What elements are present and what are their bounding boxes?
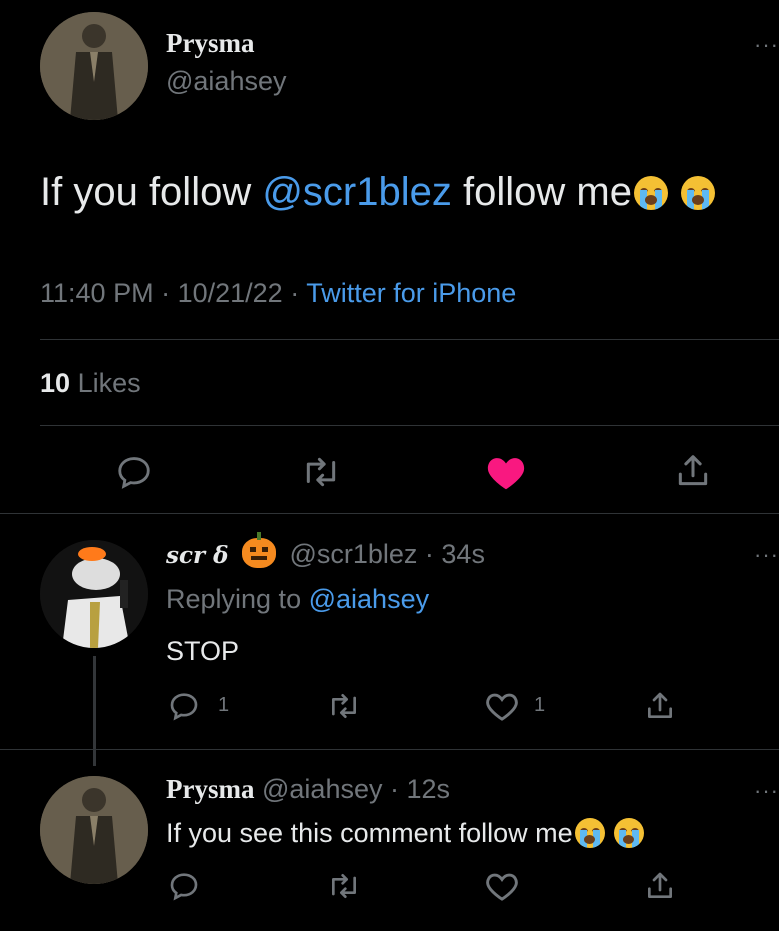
reply-icon[interactable] bbox=[168, 870, 200, 902]
reply-header: scr δ @scr1blez · 34s bbox=[166, 532, 485, 570]
crying-face-emoji bbox=[633, 176, 668, 210]
separator: · bbox=[282, 278, 307, 308]
crying-face-emoji bbox=[574, 818, 605, 848]
author-handle[interactable]: @aiahsey bbox=[166, 66, 286, 97]
like-count: 1 bbox=[534, 694, 546, 716]
pumpkin-emoji bbox=[241, 532, 276, 568]
tweet-text: If you follow @scr1blez follow me bbox=[40, 170, 716, 215]
share-icon[interactable] bbox=[674, 452, 712, 490]
likes-label: Likes bbox=[77, 368, 141, 398]
reply-author-handle[interactable]: @aiahsey bbox=[262, 774, 382, 804]
separator: · bbox=[153, 278, 178, 308]
reply-author-name[interactable]: scr δ bbox=[166, 542, 228, 569]
divider bbox=[40, 425, 779, 426]
reply-author-avatar[interactable] bbox=[40, 540, 148, 648]
retweet-icon[interactable] bbox=[326, 690, 362, 722]
divider bbox=[0, 749, 779, 750]
reply-text: If you see this comment follow me bbox=[166, 818, 645, 849]
tweet-text-part: follow me bbox=[451, 170, 632, 214]
likes-count: 10 bbox=[40, 368, 71, 398]
reply-icon[interactable] bbox=[168, 690, 200, 722]
replying-to-label: Replying to bbox=[166, 584, 302, 614]
reply-age[interactable]: 34s bbox=[441, 539, 485, 569]
reply-age[interactable]: 12s bbox=[406, 774, 450, 804]
reply-author-avatar[interactable] bbox=[40, 776, 148, 884]
more-options-icon[interactable]: ··· bbox=[754, 780, 779, 802]
share-icon[interactable] bbox=[644, 870, 676, 902]
share-icon[interactable] bbox=[644, 690, 676, 722]
like-icon[interactable] bbox=[485, 453, 527, 491]
reply-icon[interactable] bbox=[115, 453, 153, 491]
tweet-source[interactable]: Twitter for iPhone bbox=[306, 278, 516, 308]
likes-summary[interactable]: 10 Likes bbox=[40, 368, 141, 399]
crying-face-emoji bbox=[681, 176, 716, 210]
tweet-date[interactable]: 10/21/22 bbox=[178, 278, 283, 308]
retweet-icon[interactable] bbox=[300, 453, 342, 491]
tweet-time[interactable]: 11:40 PM bbox=[40, 278, 154, 308]
reply-header: Prysma @aiahsey · 12s bbox=[166, 774, 450, 805]
like-icon[interactable] bbox=[484, 870, 520, 902]
crying-face-emoji bbox=[614, 818, 645, 848]
separator: · bbox=[382, 774, 407, 804]
replying-to-link[interactable]: @aiahsey bbox=[309, 584, 429, 614]
reply-text-content: If you see this comment follow me bbox=[166, 818, 573, 848]
mention-link[interactable]: @scr1blez bbox=[262, 170, 452, 214]
more-options-icon[interactable]: ··· bbox=[754, 34, 779, 56]
reply-count: 1 bbox=[218, 694, 230, 716]
separator: · bbox=[417, 539, 442, 569]
divider bbox=[0, 513, 779, 514]
more-options-icon[interactable]: ··· bbox=[754, 544, 779, 566]
replying-to: Replying to @aiahsey bbox=[166, 584, 429, 615]
author-avatar[interactable] bbox=[40, 12, 148, 120]
reply-author-handle[interactable]: @scr1blez bbox=[289, 539, 417, 569]
tweet-meta: 11:40 PM · 10/21/22 · Twitter for iPhone bbox=[40, 278, 516, 309]
divider bbox=[40, 339, 779, 340]
tweet-text-part: If you follow bbox=[40, 170, 263, 214]
reply-author-name[interactable]: Prysma bbox=[166, 774, 254, 804]
like-icon[interactable] bbox=[484, 690, 520, 722]
retweet-icon[interactable] bbox=[326, 870, 362, 902]
author-name[interactable]: Prysma bbox=[166, 28, 254, 59]
reply-text: STOP bbox=[166, 636, 240, 666]
